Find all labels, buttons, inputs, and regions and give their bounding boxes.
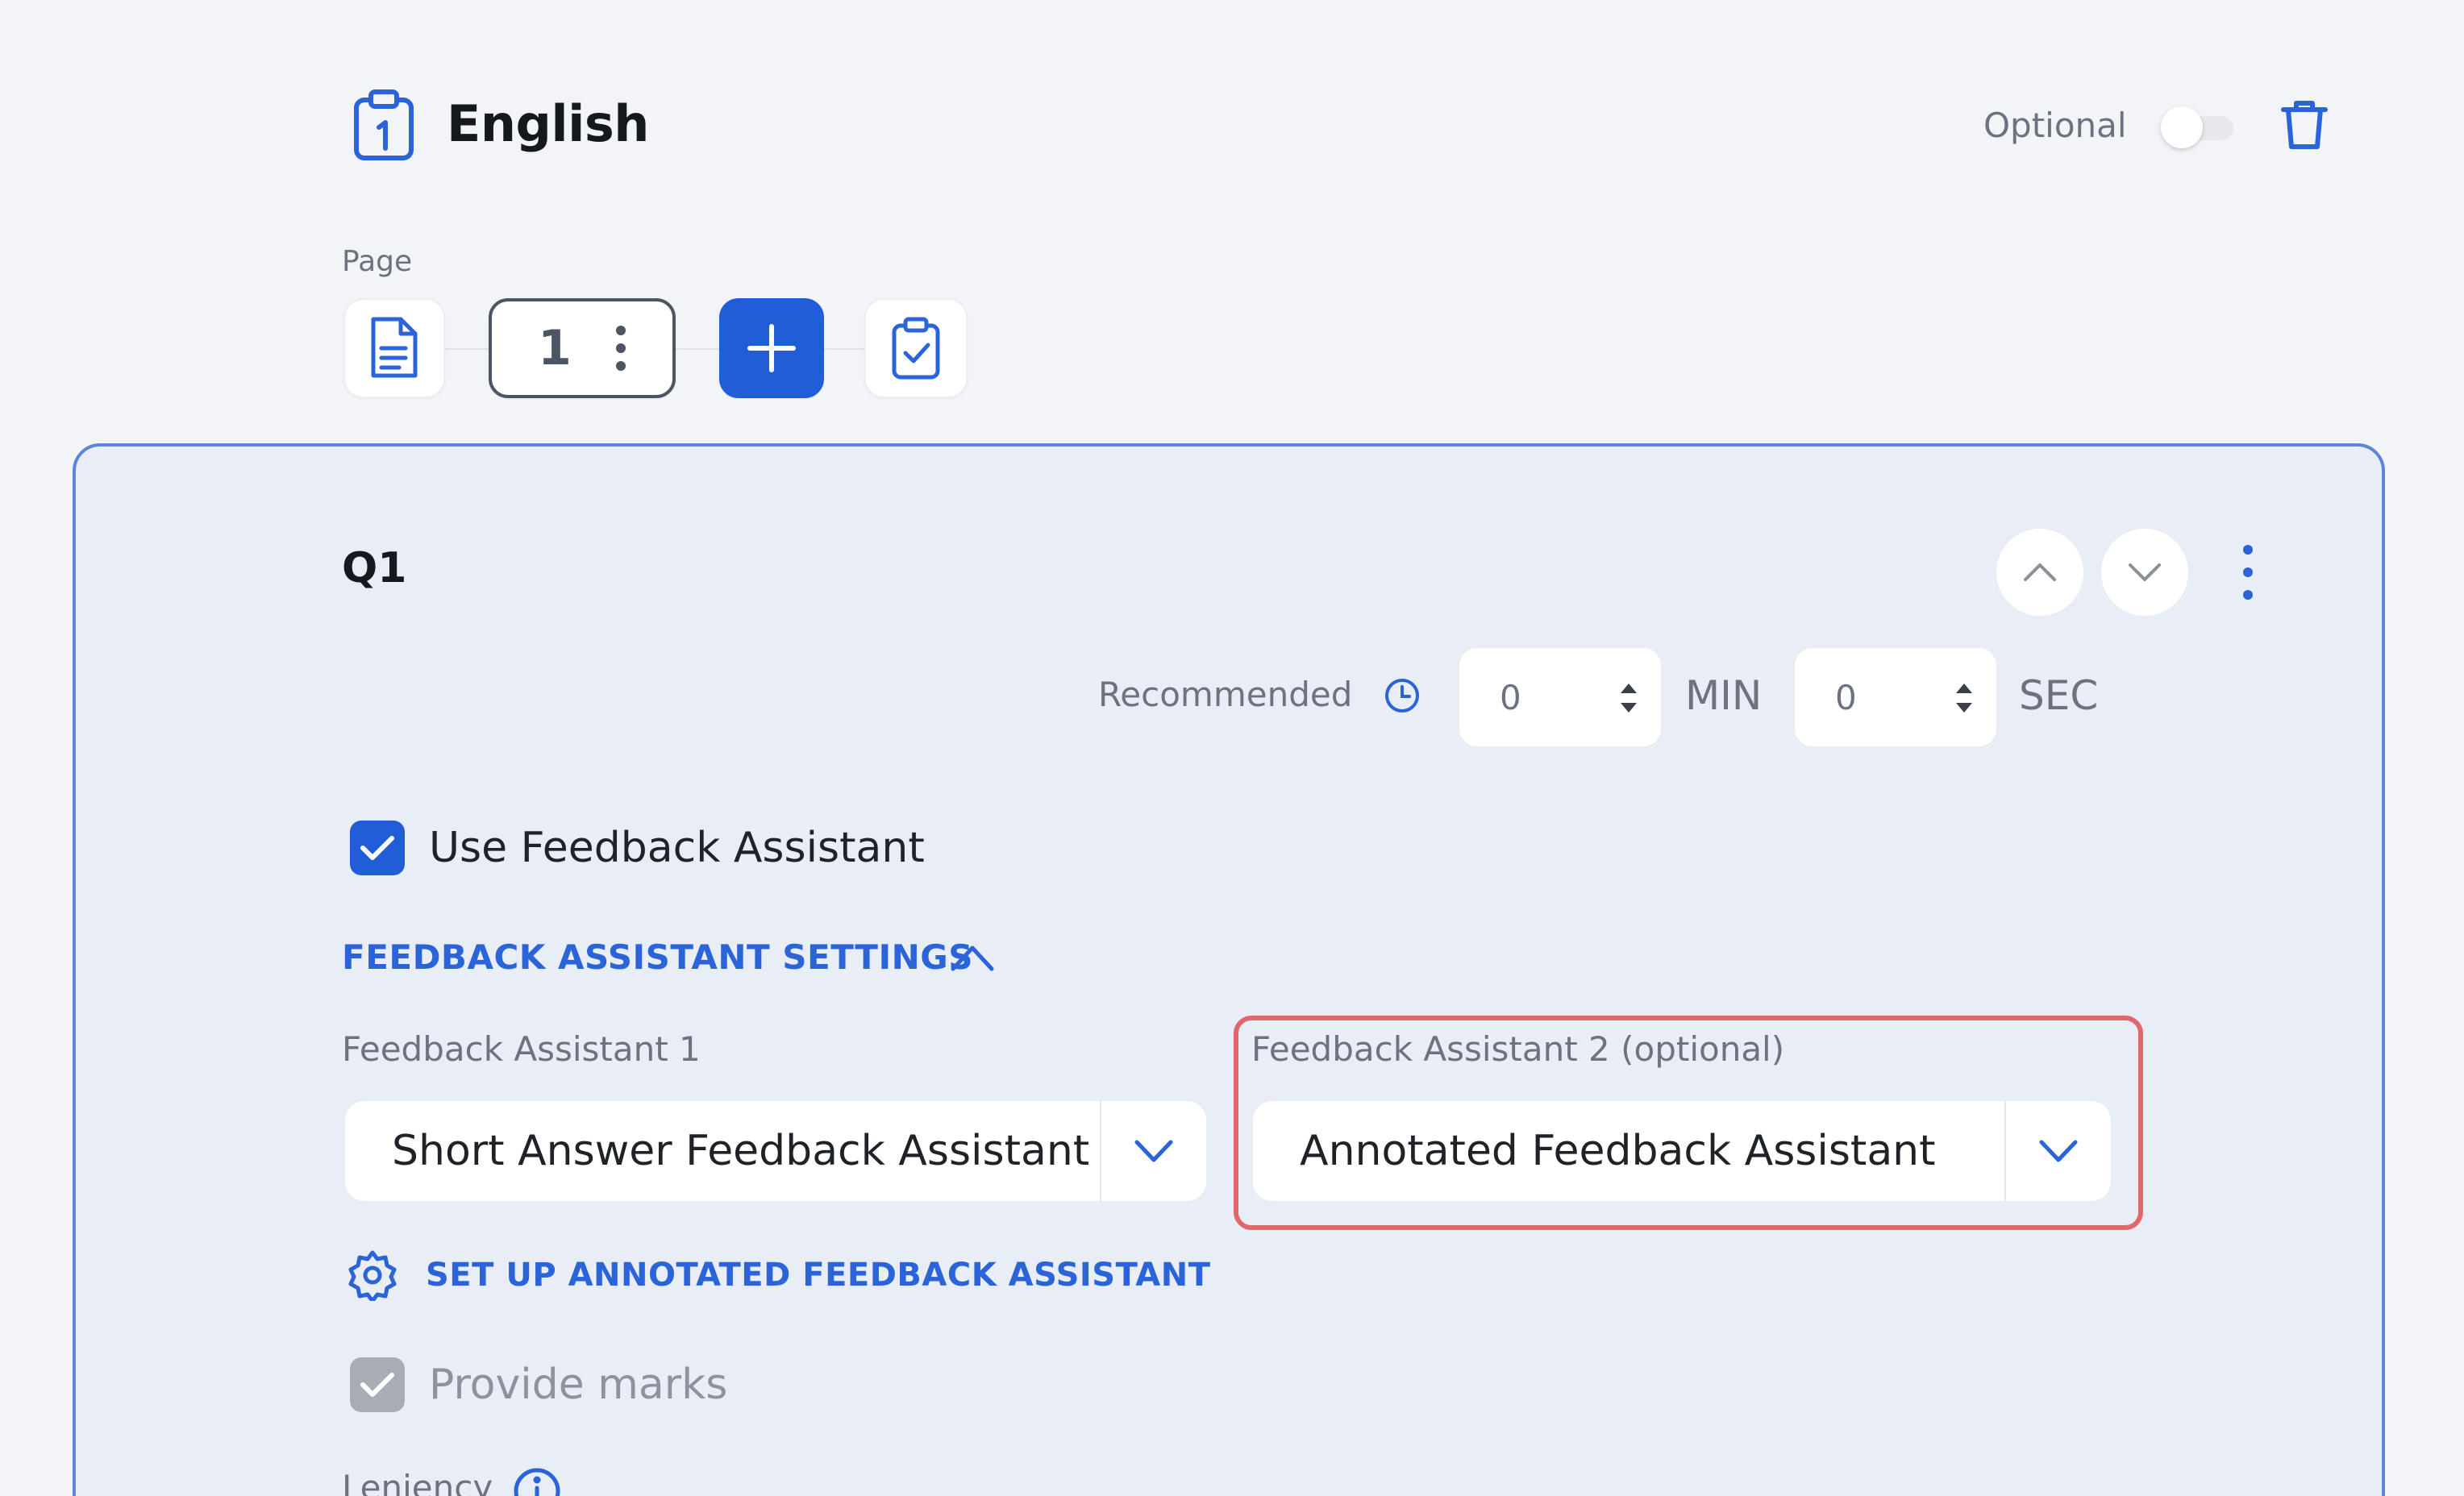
gear-icon[interactable] [347,1249,398,1303]
feedback-assistant-1-select[interactable]: Short Answer Feedback Assistant [345,1101,1206,1201]
page-tab-1[interactable]: 1 [489,298,676,398]
feedback-assistant-1-value: Short Answer Feedback Assistant [392,1127,1090,1175]
setup-annotated-feedback-link[interactable]: SET UP ANNOTATED FEEDBACK ASSISTANT [426,1253,1211,1298]
move-down-button[interactable] [2101,529,2188,616]
chevron-down-icon[interactable] [1101,1101,1206,1201]
document-page-button[interactable] [343,298,445,398]
plus-icon [747,324,796,372]
question-label: Q1 [342,544,407,592]
review-page-button[interactable] [864,298,968,398]
delete-button[interactable] [2279,97,2330,152]
chevron-up-icon [2024,563,2056,581]
optional-label: Optional [1983,106,2127,145]
minutes-stepper[interactable]: 0 [1459,648,1661,746]
seconds-stepper[interactable]: 0 [1795,648,1996,746]
page-menu-icon[interactable] [615,324,626,372]
chevron-up-icon[interactable] [948,938,997,977]
document-icon [371,317,418,378]
highlight-box [1234,1016,2143,1230]
feedback-settings-toggle[interactable]: FEEDBACK ASSISTANT SETTINGS [342,935,973,980]
stepper-arrows-icon[interactable] [1617,677,1640,719]
minutes-unit: MIN [1685,672,1763,719]
feedback-assistant-1-label: Feedback Assistant 1 [342,1029,701,1069]
checkmark-icon [360,836,394,860]
use-feedback-label: Use Feedback Assistant [429,824,925,872]
minutes-value: 0 [1500,677,1521,717]
chevron-down-icon [2129,563,2161,581]
optional-toggle[interactable] [2159,103,2237,148]
clipboard-number-icon [352,89,416,161]
trash-icon [2281,101,2328,149]
provide-marks-label: Provide marks [429,1361,728,1409]
clock-icon [1384,677,1421,714]
add-page-button[interactable] [719,298,824,398]
checkmark-icon [360,1373,394,1397]
seconds-unit: SEC [2019,672,2099,719]
info-icon[interactable] [513,1467,561,1496]
seconds-value: 0 [1835,677,1857,717]
stepper-arrows-icon[interactable] [1953,677,1975,719]
clipboard-check-icon [892,317,940,380]
page-title: English [447,94,649,153]
use-feedback-checkbox[interactable] [350,821,405,875]
recommended-label: Recommended [1098,675,1353,714]
question-menu-button[interactable] [2232,542,2264,603]
provide-marks-checkbox[interactable] [350,1357,405,1412]
kebab-menu-icon [2243,545,2253,600]
move-up-button[interactable] [1996,529,2083,616]
page-label: Page [342,245,413,278]
page-number: 1 [538,320,572,376]
leniency-label: Leniency [342,1468,493,1496]
